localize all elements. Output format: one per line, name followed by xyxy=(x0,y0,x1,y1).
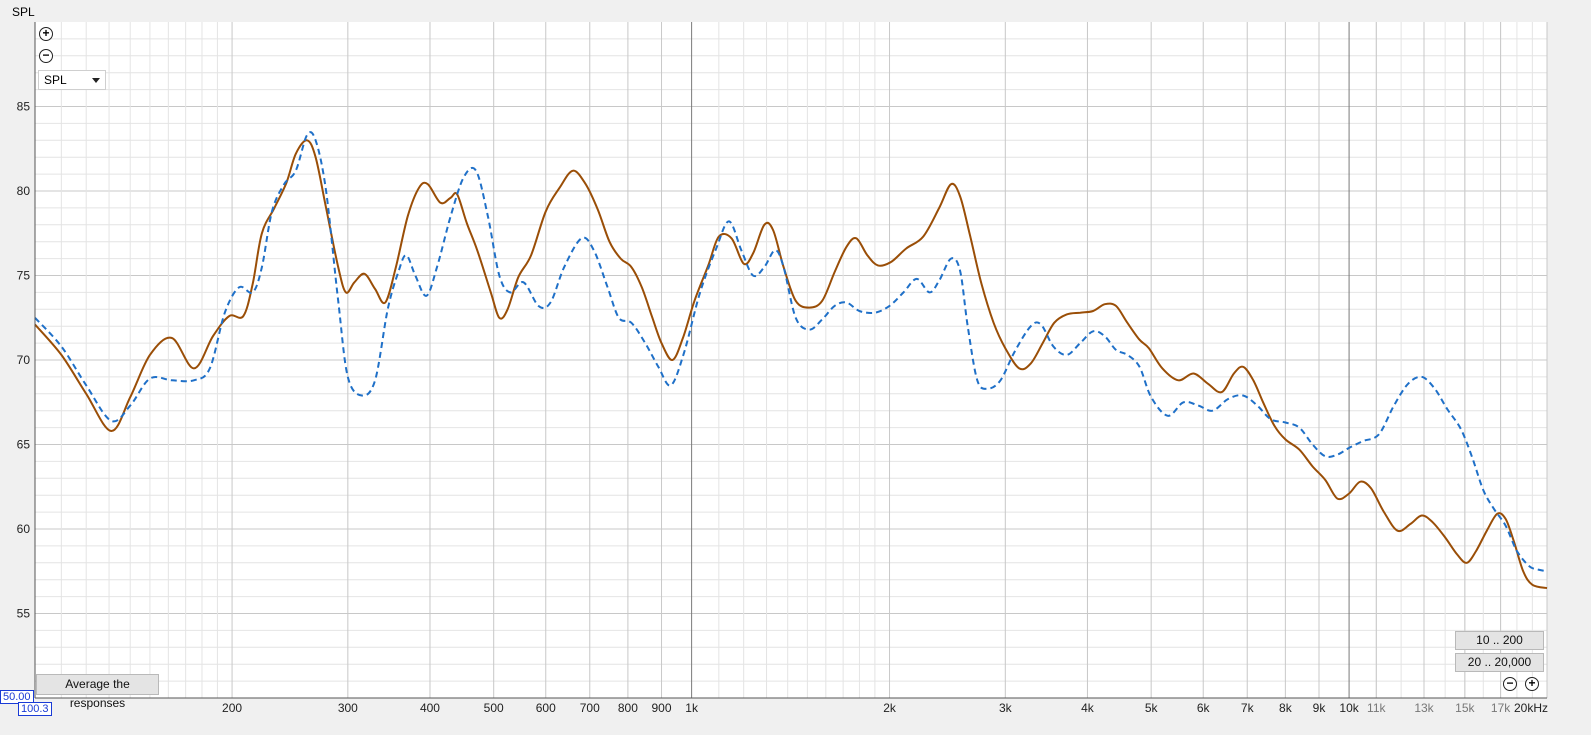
measurement-dropdown[interactable]: SPL xyxy=(38,70,106,90)
zoom-out-icon[interactable]: − xyxy=(39,49,53,63)
y-tick-label: 70 xyxy=(17,353,31,367)
x-min-readout[interactable]: 100.3 xyxy=(18,702,52,716)
x-zoom-in-icon[interactable]: + xyxy=(1525,677,1539,691)
x-tick-label: 1k xyxy=(685,701,699,715)
y-tick-label: 75 xyxy=(17,269,31,283)
x-tick-label: 600 xyxy=(536,701,556,715)
chevron-down-icon xyxy=(92,78,100,83)
y-tick-label: 60 xyxy=(17,522,31,536)
x-tick-label: 400 xyxy=(420,701,440,715)
x-tick-label: 11k xyxy=(1367,701,1386,715)
x-tick-label: 2k xyxy=(883,701,897,715)
x-tick-label: 500 xyxy=(484,701,504,715)
range-10-200-button[interactable]: 10 .. 200 xyxy=(1455,631,1544,650)
x-tick-label: 9k xyxy=(1313,701,1327,715)
average-responses-button[interactable]: Average the responses xyxy=(36,674,159,710)
x-zoom-out-icon[interactable]: − xyxy=(1503,677,1517,691)
x-tick-label: 13k xyxy=(1414,701,1434,715)
x-tick-label: 5k xyxy=(1145,701,1159,715)
frequency-response-chart: 55 60 65 70 75 80 85 200 300 400 500 600 700 800 900 1k… xyxy=(17,22,1548,715)
x-tick-label: 20kHz xyxy=(1514,701,1548,715)
x-tick-label: 200 xyxy=(222,701,242,715)
x-tick-label: 17k xyxy=(1491,701,1511,715)
dropdown-value: SPL xyxy=(44,73,67,87)
y-tick-label: 55 xyxy=(17,607,31,621)
x-tick-label: 3k xyxy=(999,701,1013,715)
x-tick-label: 900 xyxy=(652,701,672,715)
x-tick-label: 7k xyxy=(1241,701,1255,715)
y-axis-title: SPL xyxy=(12,5,35,19)
zoom-in-icon[interactable]: + xyxy=(39,27,53,41)
x-tick-label: 10k xyxy=(1339,701,1359,715)
x-tick-label: 4k xyxy=(1081,701,1095,715)
x-tick-label: 8k xyxy=(1279,701,1293,715)
x-tick-label: 6k xyxy=(1197,701,1211,715)
x-tick-label: 800 xyxy=(618,701,638,715)
y-tick-label: 80 xyxy=(17,184,31,198)
x-tick-label: 15k xyxy=(1455,701,1475,715)
y-tick-label: 65 xyxy=(17,438,31,452)
x-tick-label: 700 xyxy=(580,701,600,715)
x-tick-label: 300 xyxy=(338,701,358,715)
range-20-20000-button[interactable]: 20 .. 20,000 xyxy=(1455,653,1544,672)
y-tick-label: 85 xyxy=(17,100,31,114)
